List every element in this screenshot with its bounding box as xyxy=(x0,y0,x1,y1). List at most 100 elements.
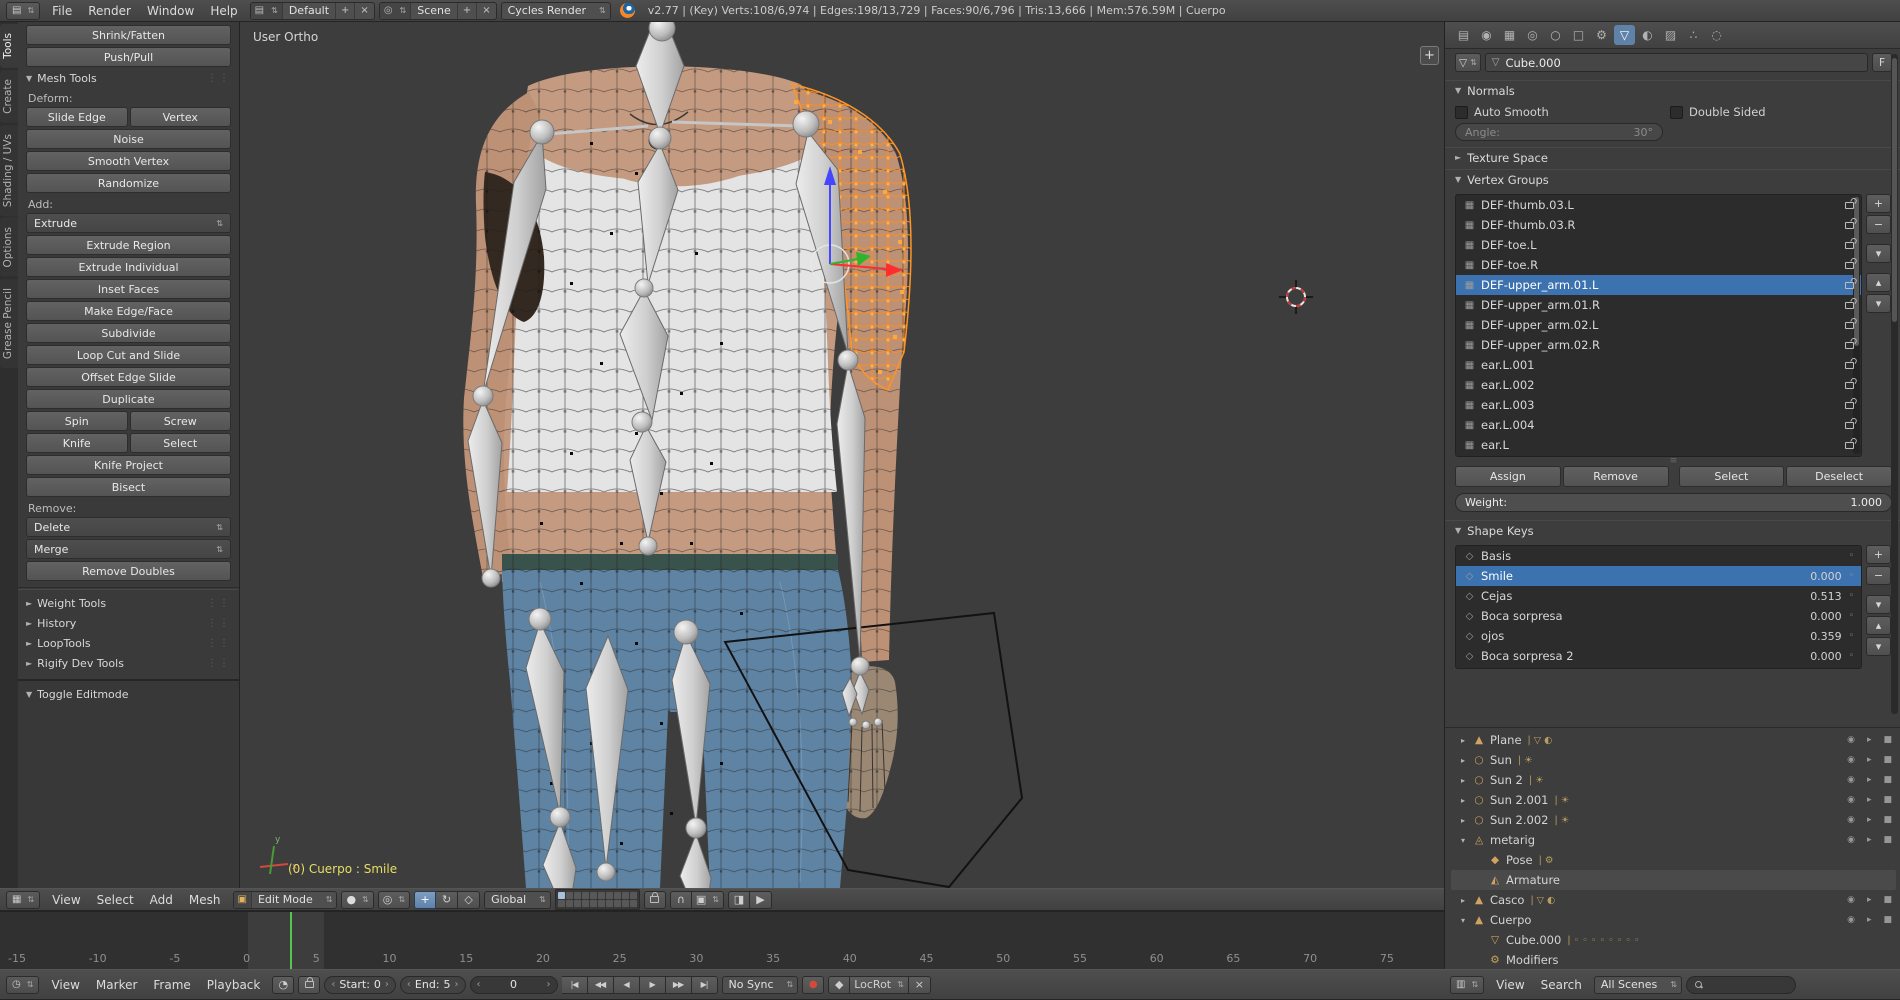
renderability-camera-icon[interactable]: ■ xyxy=(1883,915,1892,925)
selectability-cursor-icon[interactable]: ▸ xyxy=(1867,735,1872,745)
outliner-row[interactable]: ▸ ▲ Plane | ▽ ◐ ◉ ▸ ■ xyxy=(1451,730,1896,750)
outliner-row[interactable]: ▾ ◬ metarig ◉ ▸ ■ xyxy=(1451,830,1896,850)
properties-tab[interactable]: ⚙ xyxy=(1591,25,1612,45)
clear-keying-set-button[interactable]: × xyxy=(909,976,931,994)
shape-key-mute-icon[interactable]: ◦ xyxy=(1849,571,1854,581)
lock-open-icon[interactable] xyxy=(1845,222,1854,229)
list-resize-grip[interactable]: ≡ xyxy=(1455,457,1892,464)
shape-key-row[interactable]: ◇ Basis ◦ xyxy=(1456,546,1861,566)
scene-browse-icon[interactable]: ◎⇅ xyxy=(380,3,411,19)
auto-smooth-checkbox[interactable]: Auto Smooth xyxy=(1455,105,1670,119)
double-sided-checkbox[interactable]: Double Sided xyxy=(1670,105,1885,119)
visibility-eye-icon[interactable]: ◉ xyxy=(1847,735,1855,745)
list-scrollbar[interactable] xyxy=(1853,197,1860,454)
merge-menu-button[interactable]: Merge ⇅ xyxy=(26,539,231,559)
vertex-group-row[interactable]: ▦ DEF-upper_arm.01.R xyxy=(1456,295,1861,315)
viewport-canvas[interactable]: x y User Ortho (0) Cuerpo : Smile + xyxy=(240,22,1444,888)
tool-button[interactable]: Knife xyxy=(26,433,128,453)
vertex-group-row[interactable]: ▦ DEF-thumb.03.R xyxy=(1456,215,1861,235)
lock-open-icon[interactable] xyxy=(1845,242,1854,249)
tool-button[interactable]: Vertex xyxy=(130,107,232,127)
outliner-row[interactable]: ⚙ Modifiers xyxy=(1451,950,1896,969)
delete-menu-button[interactable]: Delete ⇅ xyxy=(26,517,231,537)
menu-item[interactable]: View xyxy=(44,892,88,908)
renderability-camera-icon[interactable]: ■ xyxy=(1883,735,1892,745)
selectability-cursor-icon[interactable]: ▸ xyxy=(1867,795,1872,805)
outliner-row[interactable]: ▸ ○ Sun 2.002 | ☀ ◉ ▸ ■ xyxy=(1451,810,1896,830)
keying-set-icon-button[interactable]: ◆ xyxy=(828,976,850,994)
timeline-ruler[interactable]: -15-10-5051015202530354045505560657075 xyxy=(0,911,1444,969)
tool-shelf-tab[interactable]: Tools xyxy=(0,24,18,68)
tool-shelf-tab[interactable]: Shading / UVs xyxy=(0,125,18,216)
outliner-row[interactable]: ▸ ○ Sun 2.001 | ☀ ◉ ▸ ■ xyxy=(1451,790,1896,810)
scale-manipulator-button[interactable]: ◇ xyxy=(458,891,480,909)
tool-shelf-tab[interactable]: Create xyxy=(0,70,18,123)
shape-key-row[interactable]: ◇ ojos 0.359 ◦ xyxy=(1456,626,1861,646)
texture-space-panel-header[interactable]: ►Texture Space xyxy=(1445,147,1900,167)
tool-button[interactable]: Randomize xyxy=(26,173,231,193)
visibility-eye-icon[interactable]: ◉ xyxy=(1847,795,1855,805)
menu-item[interactable]: File xyxy=(44,3,80,19)
move-group-down-button[interactable]: ▾ xyxy=(1866,294,1891,313)
menu-item[interactable]: Frame xyxy=(145,977,198,993)
vertex-group-row[interactable]: ▦ ear.L.001 xyxy=(1456,355,1861,375)
lock-to-scene-button[interactable] xyxy=(644,891,666,909)
menu-item[interactable]: Add xyxy=(142,892,181,908)
visibility-eye-icon[interactable]: ◉ xyxy=(1847,895,1855,905)
menu-item[interactable]: View xyxy=(1488,977,1532,993)
shape-key-row[interactable]: ◇ Boca sorpresa 0.000 ◦ xyxy=(1456,606,1861,626)
lock-open-icon[interactable] xyxy=(1845,322,1854,329)
lock-open-icon[interactable] xyxy=(1845,422,1854,429)
start-frame-field[interactable]: ‹ Start: 0 › xyxy=(324,976,396,994)
transform-orientation-selector[interactable]: Global ⇅ xyxy=(484,891,551,909)
properties-tab[interactable]: ◉ xyxy=(1476,25,1497,45)
add-shape-key-button[interactable]: + xyxy=(1866,545,1891,564)
add-layout-button[interactable]: + xyxy=(335,3,354,19)
shape-key-row[interactable]: ◇ Boca sorpresa 2 0.000 ◦ xyxy=(1456,646,1861,666)
tool-button[interactable]: Loop Cut and Slide xyxy=(26,345,231,365)
renderability-camera-icon[interactable]: ■ xyxy=(1883,775,1892,785)
outliner-row[interactable]: ▸ ▲ Casco | ▽ ◐ ◉ ▸ ■ xyxy=(1451,890,1896,910)
renderability-camera-icon[interactable]: ■ xyxy=(1883,815,1892,825)
properties-tab[interactable]: ◎ xyxy=(1522,25,1543,45)
mesh-tools-panel-header[interactable]: ▼ Mesh Tools ⋮⋮ xyxy=(26,69,231,88)
visibility-eye-icon[interactable]: ◉ xyxy=(1847,775,1855,785)
outliner-row[interactable]: ▸ ○ Sun | ☀ ◉ ▸ ■ xyxy=(1451,750,1896,770)
vertex-groups-panel-header[interactable]: ▼Vertex Groups xyxy=(1445,169,1900,189)
auto-smooth-angle-slider[interactable]: Angle: 30° xyxy=(1455,123,1663,141)
menu-item[interactable]: Marker xyxy=(88,977,145,993)
editor-type-button[interactable]: ▥⇅ xyxy=(1450,976,1484,994)
expand-toggle-icon[interactable]: ▸ xyxy=(1458,816,1468,825)
outliner-row[interactable]: ◆ Pose | ⚙ xyxy=(1451,850,1896,870)
properties-tab[interactable]: ∴ xyxy=(1683,25,1704,45)
vertex-group-row[interactable]: ▦ ear.L.003 xyxy=(1456,395,1861,415)
deselect-button[interactable]: Deselect xyxy=(1786,466,1892,487)
layout-browse-icon[interactable]: ▤⇅ xyxy=(251,3,283,19)
transport-button[interactable]: ▶| xyxy=(692,976,718,994)
tool-shelf-tab[interactable]: Options xyxy=(0,218,18,277)
selectability-cursor-icon[interactable]: ▸ xyxy=(1867,895,1872,905)
lock-open-icon[interactable] xyxy=(1845,262,1854,269)
vertex-group-row[interactable]: ▦ DEF-toe.L xyxy=(1456,235,1861,255)
shape-key-specials-button[interactable]: ▾ xyxy=(1866,595,1891,614)
selectability-cursor-icon[interactable]: ▸ xyxy=(1867,755,1872,765)
snap-element-selector[interactable]: ▣⇅ xyxy=(692,891,724,909)
shape-key-mute-icon[interactable]: ◦ xyxy=(1849,551,1854,561)
lock-open-icon[interactable] xyxy=(1845,382,1854,389)
tool-button[interactable]: Bisect xyxy=(26,477,231,497)
tool-button[interactable]: Extrude Individual xyxy=(26,257,231,277)
vertex-group-row[interactable]: ▦ DEF-upper_arm.02.L xyxy=(1456,315,1861,335)
add-scene-button[interactable]: + xyxy=(457,3,476,19)
properties-tab[interactable]: ▦ xyxy=(1499,25,1520,45)
datablock-name-input[interactable] xyxy=(1505,56,1861,70)
menu-item[interactable]: Mesh xyxy=(181,892,229,908)
lock-open-icon[interactable] xyxy=(1845,202,1854,209)
end-frame-field[interactable]: ‹ End: 5 › xyxy=(400,976,466,994)
properties-tab[interactable]: ▨ xyxy=(1660,25,1681,45)
sync-mode-selector[interactable]: No Sync ⇅ xyxy=(722,976,799,994)
shape-key-mute-icon[interactable]: ◦ xyxy=(1849,651,1854,661)
add-vertex-group-button[interactable]: + xyxy=(1866,194,1891,213)
remove-doubles-button[interactable]: Remove Doubles xyxy=(26,561,231,581)
outliner-row[interactable]: ▸ ○ Sun 2 | ☀ ◉ ▸ ■ xyxy=(1451,770,1896,790)
tool-button[interactable]: Extrude Region xyxy=(26,235,231,255)
